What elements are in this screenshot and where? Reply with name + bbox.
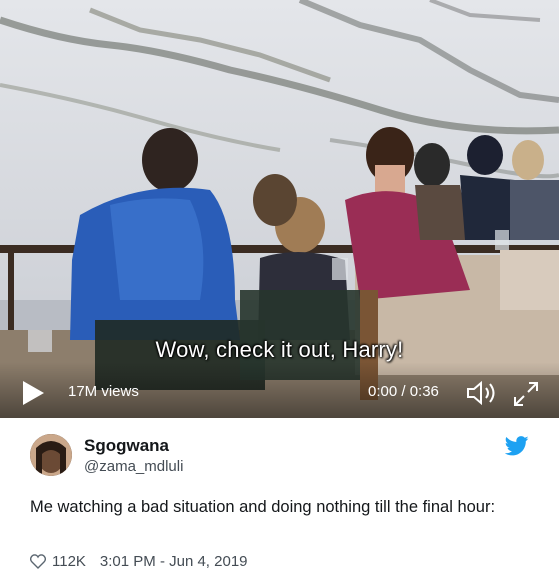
video-time: 0:00 / 0:36	[368, 383, 439, 400]
like-count[interactable]: 112K	[52, 553, 86, 570]
video-controls: 17M views 0:00 / 0:36	[0, 362, 559, 418]
volume-icon[interactable]	[464, 378, 498, 408]
heart-icon[interactable]	[30, 554, 46, 569]
play-icon[interactable]	[20, 380, 46, 406]
video-player[interactable]: Wow, check it out, Harry! 17M views 0:00…	[0, 0, 559, 418]
avatar[interactable]	[30, 434, 72, 476]
user-handle[interactable]: @zama_mdluli	[84, 458, 183, 475]
tweet-timestamp[interactable]: 3:01 PM - Jun 4, 2019	[100, 553, 248, 570]
display-name[interactable]: Sgogwana	[84, 436, 169, 456]
view-count: 17M views	[68, 383, 139, 400]
tweet-text: Me watching a bad situation and doing no…	[30, 498, 496, 516]
tweet-meta: 112K 3:01 PM - Jun 4, 2019	[30, 553, 248, 570]
video-subtitle: Wow, check it out, Harry!	[155, 337, 404, 362]
fullscreen-icon[interactable]	[512, 380, 540, 408]
twitter-bird-icon[interactable]	[505, 436, 529, 456]
